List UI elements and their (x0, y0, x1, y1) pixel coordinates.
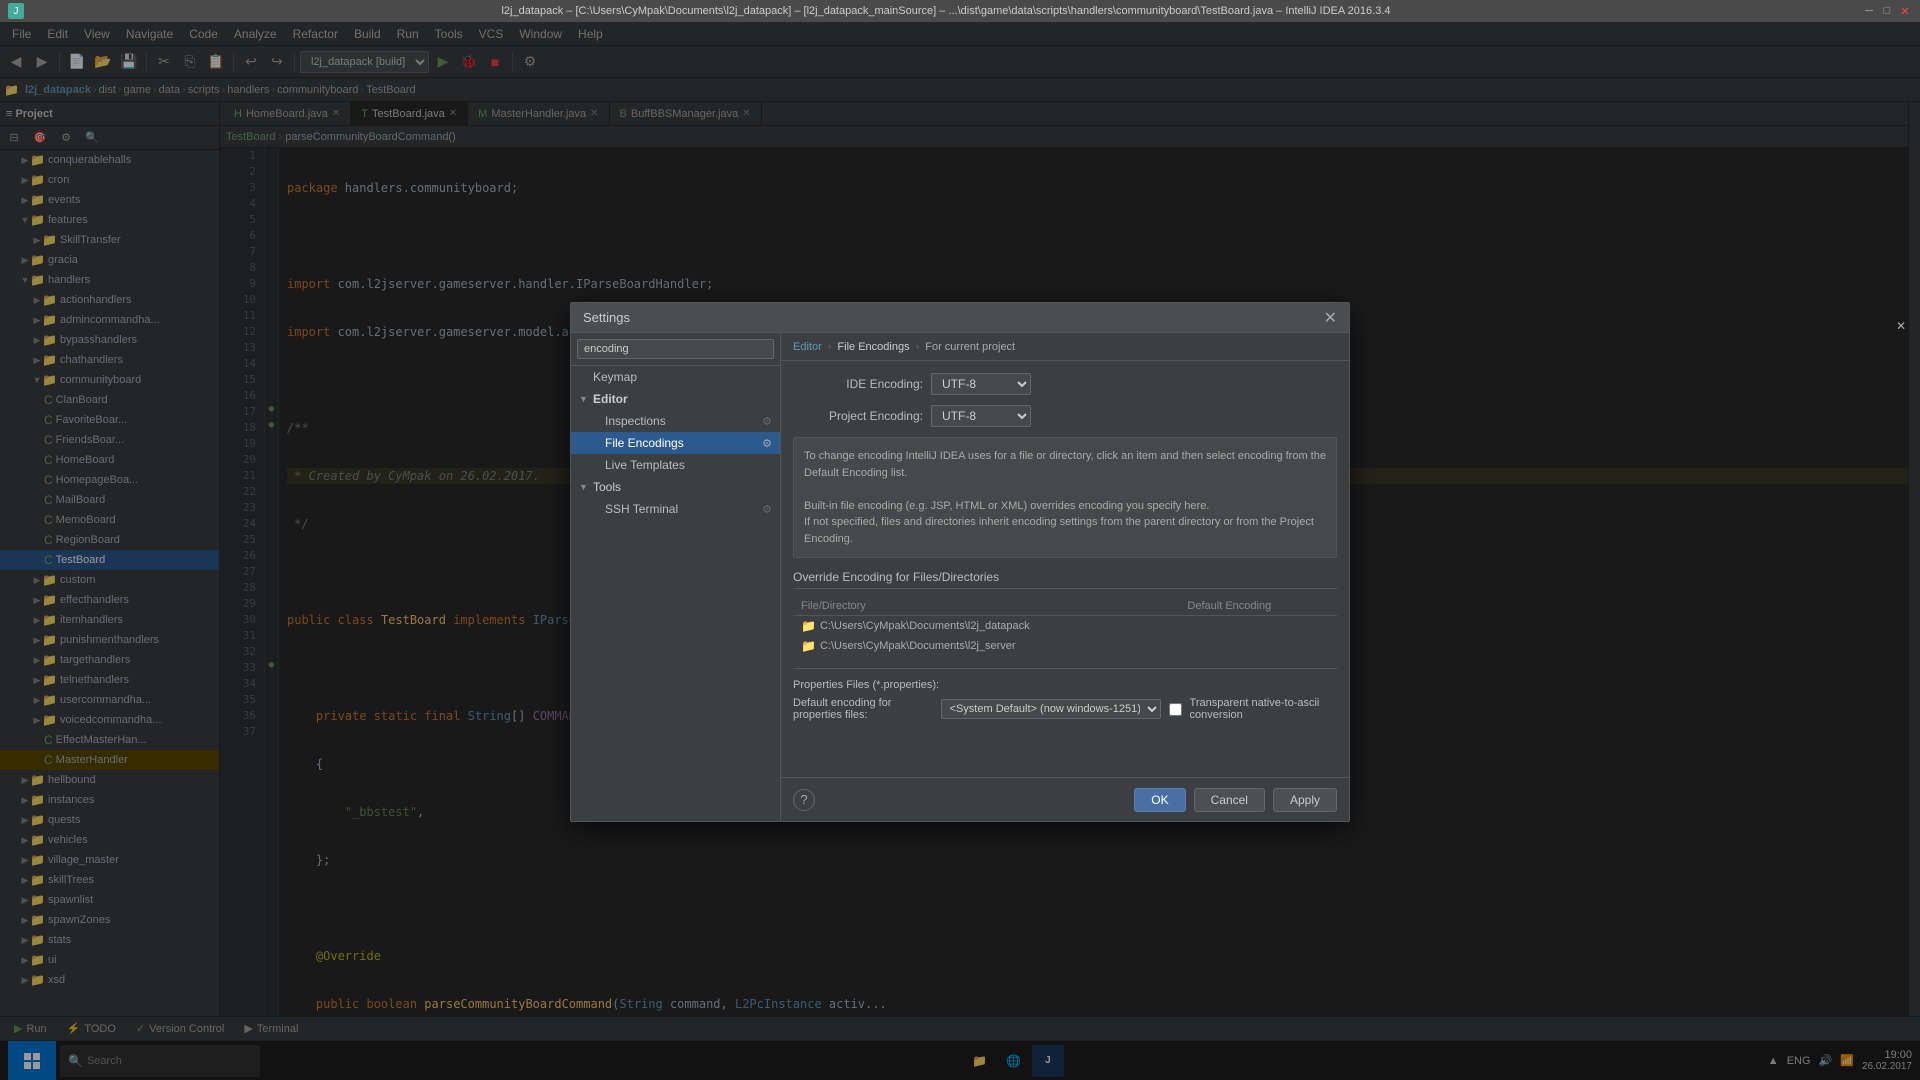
prop-row: Default encoding for properties files: <… (793, 697, 1337, 721)
dialog-sidebar: ✕ Keymap ▼ Editor Inspections ⚙ (571, 333, 781, 821)
table-row-datapack[interactable]: 📁 C:\Users\CyMpak\Documents\l2j_datapack (793, 616, 1337, 637)
properties-label: Properties Files (*.properties): (793, 679, 1337, 691)
dialog-tree-ssh-terminal[interactable]: SSH Terminal ⚙ (571, 498, 780, 520)
breadcrumb-sep1: › (828, 341, 832, 353)
dialog-main: Editor › File Encodings › For current pr… (781, 333, 1349, 821)
override-header: Override Encoding for Files/Directories (793, 570, 1337, 589)
ide-encoding-row: IDE Encoding: UTF-8 UTF-16 (793, 373, 1337, 395)
folder-icon-server: 📁 (801, 639, 816, 653)
dialog-tree-inspections[interactable]: Inspections ⚙ (571, 410, 780, 432)
folder-icon-datapack: 📁 (801, 619, 816, 633)
dialog-tree-editor[interactable]: ▼ Editor (571, 388, 780, 410)
title-bar: J l2j_datapack – [C:\Users\CyMpak\Docume… (0, 0, 1920, 22)
project-encoding-label: Project Encoding: (793, 409, 923, 423)
col-default-enc: Default Encoding (1179, 597, 1337, 616)
enc-server (1179, 636, 1337, 656)
enc-desc-line1: To change encoding IntelliJ IDEA uses fo… (804, 448, 1326, 481)
dialog-help-btn[interactable]: ? (793, 789, 815, 811)
path-server: C:\Users\CyMpak\Documents\l2j_server (820, 640, 1016, 652)
dialog-tree-tools[interactable]: ▼ Tools (571, 476, 780, 498)
settings-dialog-overlay: Settings ✕ ✕ Keymap ▼ Editor (0, 22, 1920, 1080)
path-datapack: C:\Users\CyMpak\Documents\l2j_datapack (820, 620, 1030, 632)
dialog-tree-label-ssh: SSH Terminal (605, 502, 678, 516)
settings-dialog: Settings ✕ ✕ Keymap ▼ Editor (570, 302, 1350, 822)
dialog-tree-file-encodings[interactable]: File Encodings ⚙ (571, 432, 780, 454)
dialog-title-bar: Settings ✕ (571, 303, 1349, 333)
gear-icon-file-encodings: ⚙ (762, 437, 772, 450)
project-encoding-select[interactable]: UTF-8 UTF-16 (931, 405, 1031, 427)
dialog-footer: ? OK Cancel Apply (781, 777, 1349, 821)
col-file-dir: File/Directory (793, 597, 1179, 616)
dialog-close-btn[interactable]: ✕ (1324, 308, 1337, 328)
minimize-btn[interactable]: ─ (1862, 4, 1876, 18)
cancel-button[interactable]: Cancel (1194, 788, 1265, 812)
dialog-tree-label-keymap: Keymap (593, 370, 637, 384)
dialog-tree-label-inspections: Inspections (605, 414, 666, 428)
dialog-tree-label-file-encodings: File Encodings (605, 436, 684, 450)
table-row-server[interactable]: 📁 C:\Users\CyMpak\Documents\l2j_server (793, 636, 1337, 656)
dialog-tree-label-tools: Tools (593, 480, 621, 494)
ok-button[interactable]: OK (1134, 788, 1185, 812)
transparent-checkbox[interactable] (1169, 703, 1182, 716)
maximize-btn[interactable]: □ (1880, 4, 1894, 18)
gear-icon-inspections: ⚙ (762, 415, 772, 428)
dialog-title-text: Settings (583, 310, 630, 325)
dialog-action-btns: OK Cancel Apply (1134, 788, 1337, 812)
properties-section: Properties Files (*.properties): Default… (793, 668, 1337, 721)
ide-encoding-select[interactable]: UTF-8 UTF-16 (931, 373, 1031, 395)
file-dir-table: File/Directory Default Encoding 📁 C:\Use… (793, 597, 1337, 656)
enc-desc-line2: Built-in file encoding (e.g. JSP, HTML o… (804, 498, 1326, 515)
dialog-content: IDE Encoding: UTF-8 UTF-16 Project Encod… (781, 361, 1349, 777)
transparent-label: Transparent native-to-ascii conversion (1190, 697, 1337, 721)
dialog-search-box: ✕ (571, 333, 780, 366)
default-enc-select[interactable]: <System Default> (now windows-1251) (941, 699, 1161, 719)
ide-encoding-label: IDE Encoding: (793, 377, 923, 391)
dialog-body: ✕ Keymap ▼ Editor Inspections ⚙ (571, 333, 1349, 821)
title-bar-controls: ─ □ ✕ (1862, 4, 1912, 18)
encoding-description: To change encoding IntelliJ IDEA uses fo… (793, 437, 1337, 558)
dialog-tree: Keymap ▼ Editor Inspections ⚙ File Encod… (571, 366, 780, 821)
breadcrumb-editor[interactable]: Editor (793, 341, 822, 353)
project-encoding-row: Project Encoding: UTF-8 UTF-16 (793, 405, 1337, 427)
breadcrumb-for-project[interactable]: For current project (925, 341, 1015, 353)
dialog-tree-live-templates[interactable]: Live Templates (571, 454, 780, 476)
enc-datapack (1179, 616, 1337, 637)
dialog-content-breadcrumb: Editor › File Encodings › For current pr… (781, 333, 1349, 361)
dialog-search-input[interactable] (577, 339, 774, 359)
close-btn[interactable]: ✕ (1898, 4, 1912, 18)
dialog-tree-arrow-editor: ▼ (579, 394, 589, 404)
dialog-tree-label-live-templates: Live Templates (605, 458, 685, 472)
gear-icon-ssh: ⚙ (762, 503, 772, 516)
dialog-tree-arrow-tools: ▼ (579, 482, 589, 492)
enc-desc-line3: If not specified, files and directories … (804, 514, 1326, 547)
title-bar-title: l2j_datapack – [C:\Users\CyMpak\Document… (46, 5, 1846, 17)
dialog-tree-keymap[interactable]: Keymap (571, 366, 780, 388)
apply-button[interactable]: Apply (1273, 788, 1337, 812)
default-enc-label: Default encoding for properties files: (793, 697, 933, 721)
title-bar-icon: J (8, 3, 24, 19)
breadcrumb-file-encodings[interactable]: File Encodings (837, 341, 909, 353)
breadcrumb-sep2: › (916, 341, 920, 353)
dialog-tree-label-editor: Editor (593, 392, 628, 406)
